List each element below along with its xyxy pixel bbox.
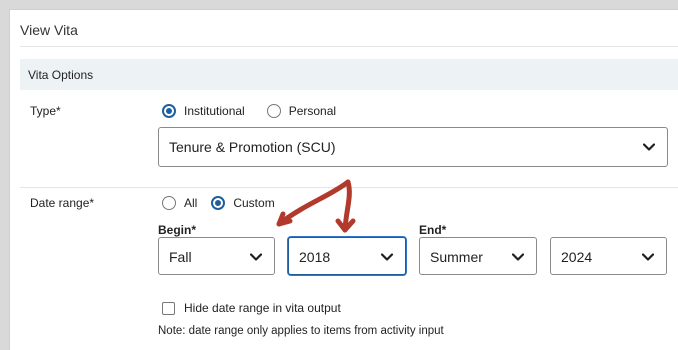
date-range-radio-group: All Custom (162, 196, 297, 210)
begin-term-value: Fall (169, 249, 192, 265)
begin-year-select[interactable]: 2018 (288, 237, 406, 275)
vita-type-select-value: Tenure & Promotion (SCU) (169, 139, 336, 155)
hide-date-range-checkbox[interactable] (162, 301, 175, 315)
section-header: Vita Options (20, 59, 678, 90)
chevron-down-icon (512, 253, 524, 261)
begin-label: Begin* (158, 223, 197, 237)
end-label: End* (419, 223, 447, 237)
chevron-down-icon (381, 253, 393, 261)
end-term-value: Summer (430, 249, 483, 265)
chevron-down-icon (250, 253, 262, 261)
personal-radio-label[interactable]: Personal (289, 104, 336, 118)
end-term-select[interactable]: Summer (419, 237, 537, 275)
end-year-value: 2024 (561, 249, 593, 265)
chevron-down-icon (642, 253, 654, 261)
date-range-label: Date range* (30, 196, 95, 210)
row-divider (20, 187, 678, 188)
vita-type-select[interactable]: Tenure & Promotion (SCU) (158, 127, 668, 167)
page-title: View Vita (20, 22, 78, 38)
begin-year-value: 2018 (299, 249, 331, 265)
date-range-note: Note: date range only applies to items f… (158, 325, 444, 337)
all-radio[interactable] (162, 196, 176, 210)
type-label: Type* (30, 104, 61, 118)
hide-date-range-label[interactable]: Hide date range in vita output (184, 301, 341, 315)
end-year-select[interactable]: 2024 (550, 237, 667, 275)
begin-term-select[interactable]: Fall (158, 237, 275, 275)
custom-radio[interactable] (211, 196, 226, 210)
hide-date-range-row: Hide date range in vita output (162, 301, 341, 315)
custom-radio-label[interactable]: Custom (233, 196, 274, 210)
type-radio-group: Institutional Personal (162, 104, 358, 118)
title-divider (20, 46, 678, 47)
section-title: Vita Options (28, 68, 94, 82)
institutional-radio[interactable] (162, 104, 176, 118)
all-radio-label[interactable]: All (184, 196, 197, 210)
personal-radio[interactable] (266, 104, 281, 118)
chevron-down-icon (643, 143, 655, 151)
vita-panel: View Vita Vita Options Type* Institution… (9, 9, 678, 350)
institutional-radio-label[interactable]: Institutional (184, 104, 245, 118)
